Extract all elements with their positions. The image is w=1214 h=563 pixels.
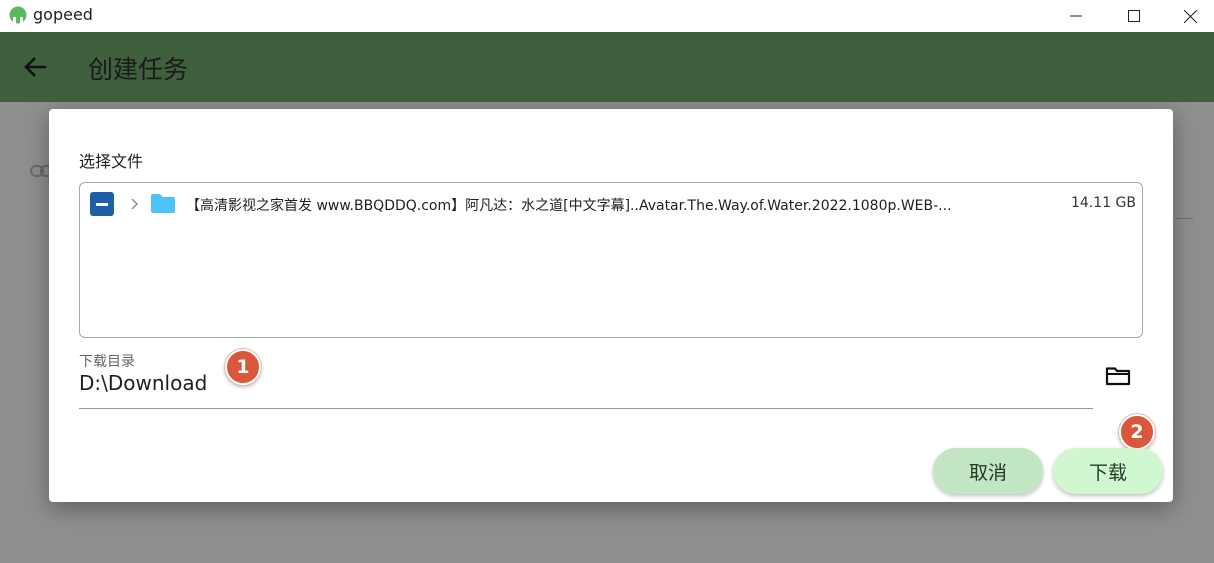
annotation-badge-1: 1 (225, 349, 261, 385)
folder-icon (151, 194, 175, 213)
gopeed-logo-icon (9, 6, 27, 24)
file-size: 14.11 GB (1071, 195, 1136, 211)
download-button[interactable]: 下载 (1053, 448, 1163, 494)
window-titlebar: gopeed (0, 0, 1214, 32)
back-arrow-icon[interactable] (22, 55, 48, 79)
minimize-button[interactable] (1048, 0, 1104, 32)
browse-folder-button[interactable] (1103, 363, 1133, 389)
cancel-button[interactable]: 取消 (933, 448, 1043, 494)
maximize-icon (1128, 10, 1140, 22)
folder-open-icon (1105, 367, 1131, 386)
background-divider (1175, 218, 1193, 219)
page-title: 创建任务 (88, 55, 189, 84)
file-tree-row[interactable]: 【高清影视之家首发 www.BBQDDQ.com】阿凡达：水之道[中文字幕]..… (80, 183, 1142, 225)
close-button[interactable] (1162, 0, 1214, 32)
maximize-button[interactable] (1106, 0, 1162, 32)
create-task-dialog: 选择文件 【高清影视之家首发 www.BBQDDQ.com】阿凡达：水之道[中文… (49, 109, 1173, 502)
download-dir-label: 下载目录 (79, 354, 135, 370)
app-name: gopeed (33, 5, 93, 24)
checkbox-indeterminate-mark (96, 202, 108, 206)
file-tree: 【高清影视之家首发 www.BBQDDQ.com】阿凡达：水之道[中文字幕]..… (79, 182, 1143, 338)
minimize-icon (1070, 15, 1082, 17)
close-icon (1183, 9, 1197, 23)
annotation-badge-2: 2 (1119, 414, 1155, 450)
select-files-label: 选择文件 (79, 152, 144, 171)
partial-checkbox[interactable] (90, 192, 114, 216)
chevron-right-icon[interactable] (129, 196, 141, 212)
app-header: 创建任务 (0, 32, 1214, 102)
file-name: 【高清影视之家首发 www.BBQDDQ.com】阿凡达：水之道[中文字幕]..… (186, 198, 952, 214)
download-dir-input[interactable]: D:\Download (79, 371, 207, 395)
